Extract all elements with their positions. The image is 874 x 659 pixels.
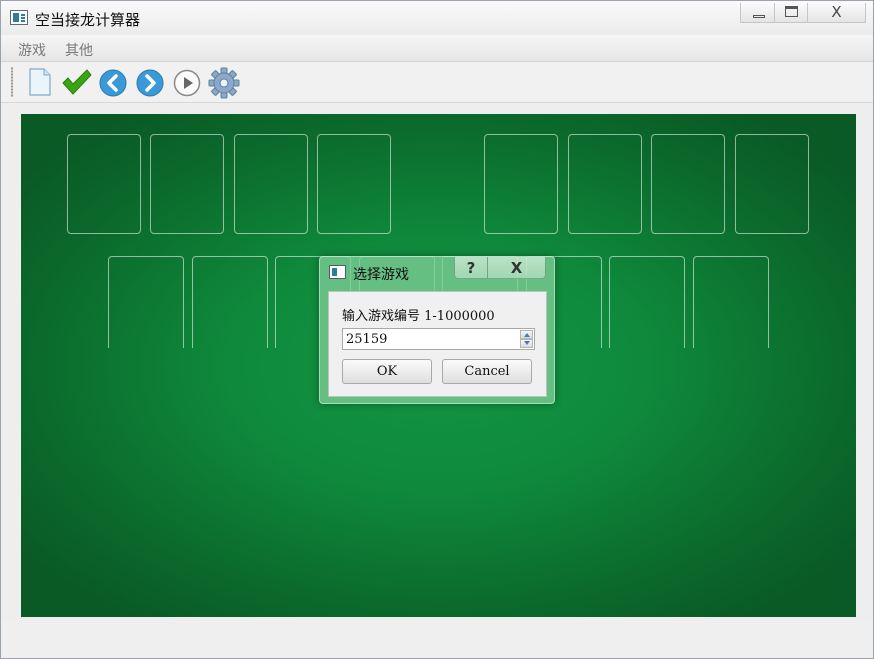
tableau-column[interactable] <box>693 256 769 348</box>
back-arrow-icon <box>99 69 127 97</box>
settings-gear-icon <box>208 67 240 99</box>
dialog-app-icon <box>329 265 346 279</box>
checkmark-icon <box>62 69 92 95</box>
minimize-button[interactable] <box>740 3 774 23</box>
close-icon: X <box>831 3 842 21</box>
solve-button[interactable] <box>60 66 92 98</box>
tableau-column[interactable] <box>192 256 268 348</box>
help-button[interactable]: ? <box>454 257 488 279</box>
menu-other[interactable]: 其他 <box>65 40 93 60</box>
play-button[interactable] <box>171 66 203 98</box>
ok-button[interactable]: OK <box>342 359 432 384</box>
increment-arrow-icon[interactable] <box>520 330 533 339</box>
dialog-title: 选择游戏 <box>353 267 409 283</box>
status-bar <box>1 619 873 658</box>
forward-arrow-icon <box>136 69 164 97</box>
free-cell-slot[interactable] <box>67 134 141 234</box>
maximize-button[interactable] <box>774 3 808 23</box>
free-cell-slot[interactable] <box>317 134 391 234</box>
toolbar-grip-handle[interactable] <box>11 67 13 97</box>
new-game-button[interactable] <box>24 66 56 98</box>
toolbar <box>1 62 873 103</box>
cancel-button[interactable]: Cancel <box>442 359 532 384</box>
free-cell-slot[interactable] <box>150 134 224 234</box>
next-step-button[interactable] <box>134 66 166 98</box>
title-bar[interactable]: 空当接龙计算器 X <box>1 1 873 35</box>
close-icon: X <box>510 259 523 277</box>
menu-game[interactable]: 游戏 <box>18 40 46 60</box>
free-cell-slot[interactable] <box>234 134 308 234</box>
game-number-spinbox[interactable]: 25159 <box>342 328 535 350</box>
previous-step-button[interactable] <box>97 66 129 98</box>
menu-bar: 游戏 其他 <box>1 35 873 62</box>
foundation-slot[interactable] <box>568 134 642 234</box>
settings-button[interactable] <box>207 66 240 99</box>
game-number-value[interactable]: 25159 <box>346 332 387 347</box>
select-game-dialog: 选择游戏 ? X 输入游戏编号 1-1000000 25159 OK Cance… <box>319 256 555 404</box>
foundation-slot[interactable] <box>735 134 809 234</box>
tableau-column[interactable] <box>108 256 184 348</box>
foundation-slot[interactable] <box>651 134 725 234</box>
new-document-icon <box>29 68 51 96</box>
help-icon: ? <box>466 259 476 277</box>
decrement-arrow-icon[interactable] <box>520 339 533 348</box>
app-icon <box>10 10 28 25</box>
game-number-prompt: 输入游戏编号 1-1000000 <box>342 309 495 324</box>
dialog-close-button[interactable]: X <box>488 257 546 279</box>
foundation-slot[interactable] <box>484 134 558 234</box>
window-title: 空当接龙计算器 <box>35 11 141 29</box>
play-icon <box>173 69 201 97</box>
dialog-body: 输入游戏编号 1-1000000 25159 OK Cancel <box>328 291 547 397</box>
tableau-column[interactable] <box>609 256 685 348</box>
close-button[interactable]: X <box>808 3 866 23</box>
